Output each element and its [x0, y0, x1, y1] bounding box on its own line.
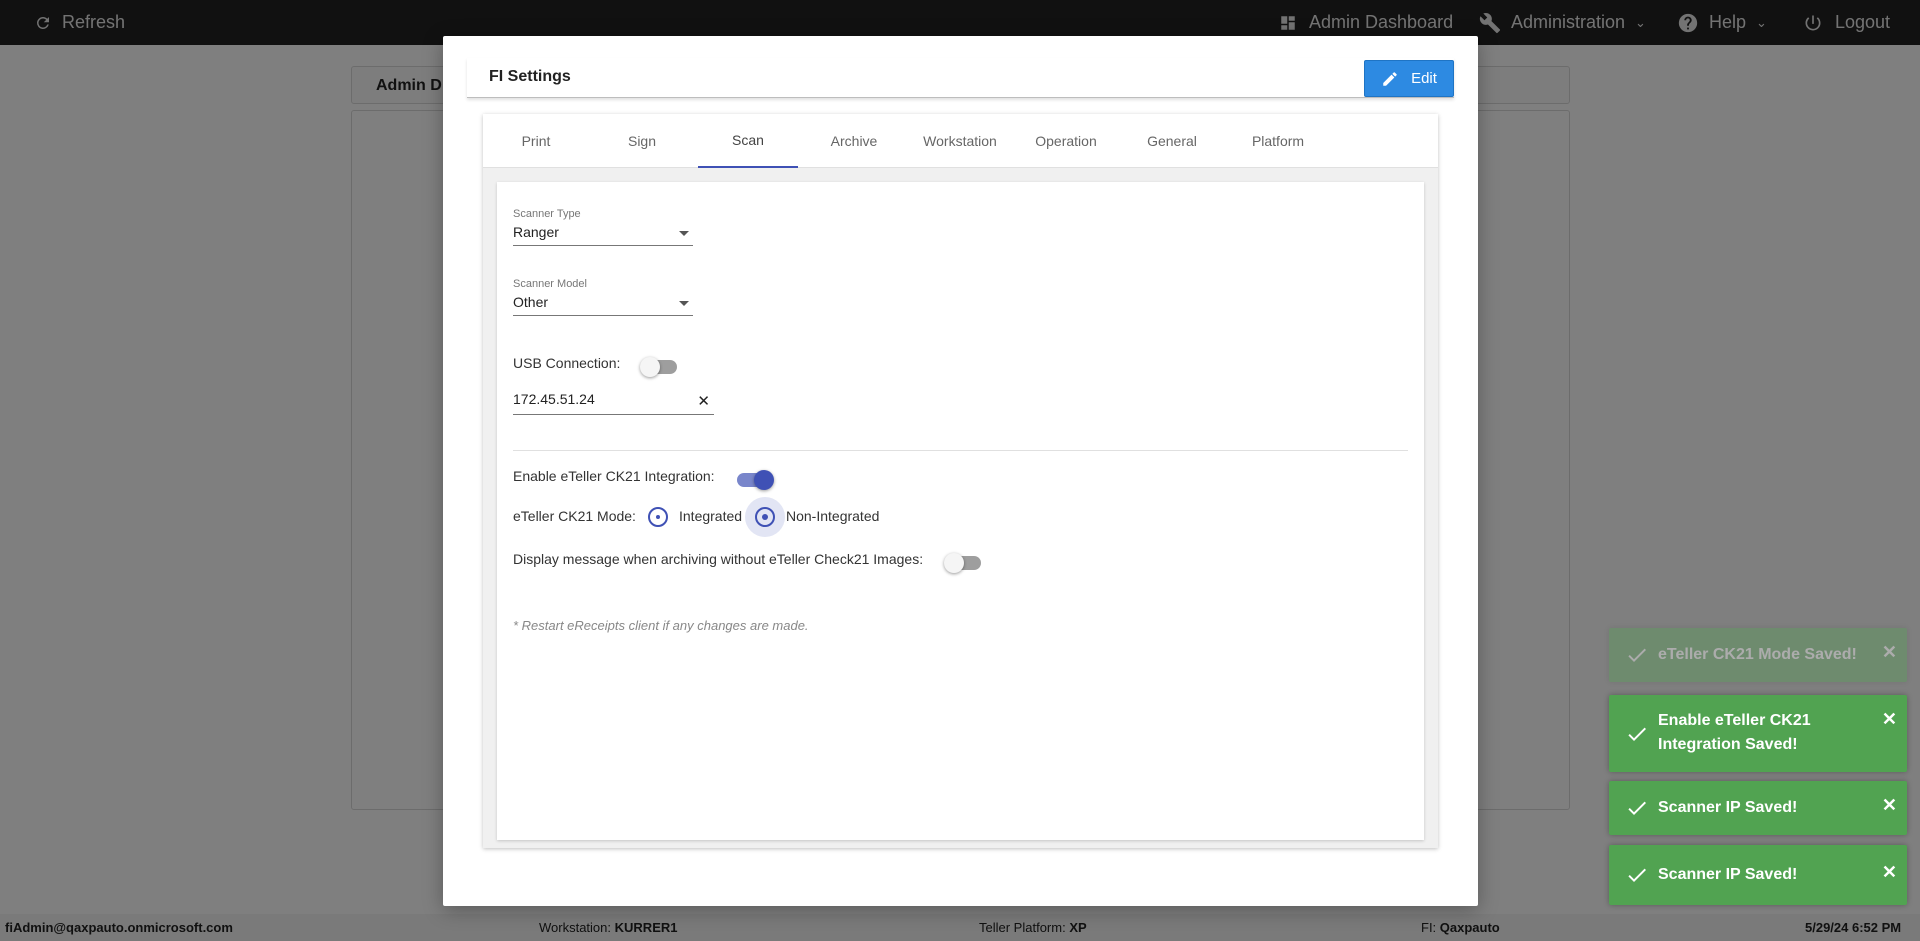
toast-message: eTeller CK21 Mode Saved!: [1658, 646, 1857, 663]
tab-label: Workstation: [923, 133, 997, 149]
restart-note: * Restart eReceipts client if any change…: [513, 618, 809, 633]
close-icon[interactable]: ✕: [1882, 862, 1897, 883]
tab-label: Print: [521, 133, 551, 149]
usb-connection-toggle[interactable]: [640, 357, 677, 377]
dropdown-arrow-icon: [679, 301, 689, 306]
display-message-toggle[interactable]: [944, 553, 981, 573]
check-icon: [1625, 722, 1649, 751]
scan-settings-panel: Scanner Type Ranger Scanner Model Other …: [497, 182, 1424, 840]
toast-ck21-integration-saved: Enable eTeller CK21 Integration Saved! ✕: [1609, 695, 1907, 772]
toast-message: Scanner IP Saved!: [1658, 799, 1798, 816]
tab-label: Scan: [732, 132, 764, 148]
toggle-thumb: [944, 553, 964, 573]
tab-sign[interactable]: Sign: [592, 114, 692, 168]
scanner-type-value: Ranger: [513, 224, 559, 240]
clear-icon[interactable]: ✕: [697, 392, 710, 410]
tab-general[interactable]: General: [1122, 114, 1222, 168]
tab-workstation[interactable]: Workstation: [910, 114, 1010, 168]
check-icon: [1625, 863, 1649, 892]
tab-label: Sign: [627, 133, 657, 149]
ck21-mode-non-integrated-label[interactable]: Non-Integrated: [786, 508, 879, 524]
ck21-mode-non-integrated-radio[interactable]: [755, 507, 775, 527]
section-divider: [513, 450, 1408, 451]
settings-tabs: Print Sign Scan Archive Workstation Oper…: [483, 114, 1438, 168]
usb-connection-label: USB Connection:: [513, 355, 621, 371]
scanner-ip-value: 172.45.51.24: [513, 391, 595, 407]
scanner-ip-input[interactable]: 172.45.51.24 ✕: [513, 391, 714, 415]
ck21-mode-integrated-radio[interactable]: [648, 507, 668, 527]
tab-label: Platform: [1251, 133, 1305, 149]
scanner-type-select[interactable]: Ranger: [513, 224, 693, 246]
toggle-thumb: [754, 470, 774, 490]
pencil-icon: [1383, 71, 1397, 86]
tab-platform[interactable]: Platform: [1228, 114, 1328, 168]
toast-message: Scanner IP Saved!: [1658, 866, 1798, 883]
dropdown-arrow-icon: [679, 231, 689, 236]
display-message-label: Display message when archiving without e…: [513, 551, 924, 567]
close-icon[interactable]: ✕: [1882, 795, 1897, 816]
ck21-integration-toggle[interactable]: [737, 470, 774, 490]
edit-button[interactable]: Edit: [1364, 60, 1454, 97]
check-icon: [1625, 643, 1649, 672]
toggle-thumb: [640, 357, 660, 377]
modal-header: FI Settings: [467, 58, 1454, 98]
close-icon[interactable]: ✕: [1882, 709, 1897, 730]
tab-label: Archive: [830, 133, 878, 149]
toast-ck21-mode-saved: eTeller CK21 Mode Saved! ✕: [1609, 628, 1907, 682]
edit-label: Edit: [1411, 70, 1437, 87]
scanner-model-label: Scanner Model: [513, 278, 587, 290]
tab-print[interactable]: Print: [486, 114, 586, 168]
settings-card: Print Sign Scan Archive Workstation Oper…: [483, 114, 1438, 848]
check-icon: [1625, 796, 1649, 825]
ck21-mode-integrated-label[interactable]: Integrated: [679, 508, 742, 524]
toast-scanner-ip-saved: Scanner IP Saved! ✕: [1609, 781, 1907, 835]
tab-archive[interactable]: Archive: [804, 114, 904, 168]
scanner-model-value: Other: [513, 294, 549, 310]
ck21-integration-label: Enable eTeller CK21 Integration:: [513, 468, 715, 484]
tab-label: General: [1147, 133, 1197, 149]
tab-operation[interactable]: Operation: [1016, 114, 1116, 168]
close-icon[interactable]: ✕: [1882, 642, 1897, 663]
toast-message: Enable eTeller CK21 Integration Saved!: [1658, 712, 1811, 753]
scanner-model-select[interactable]: Other: [513, 294, 693, 316]
radio-dot: [656, 515, 660, 519]
toast-scanner-ip-saved: Scanner IP Saved! ✕: [1609, 845, 1907, 905]
modal-title: FI Settings: [489, 68, 571, 85]
tab-scan[interactable]: Scan: [698, 114, 798, 168]
tab-label: Operation: [1035, 133, 1097, 149]
radio-dot: [762, 514, 768, 520]
scanner-type-label: Scanner Type: [513, 208, 581, 220]
ck21-mode-label: eTeller CK21 Mode:: [513, 508, 636, 524]
tab-content-wrapper: Scanner Type Ranger Scanner Model Other …: [483, 168, 1438, 848]
fi-settings-modal: FI Settings Edit Print Sign Scan Archive…: [443, 36, 1478, 906]
